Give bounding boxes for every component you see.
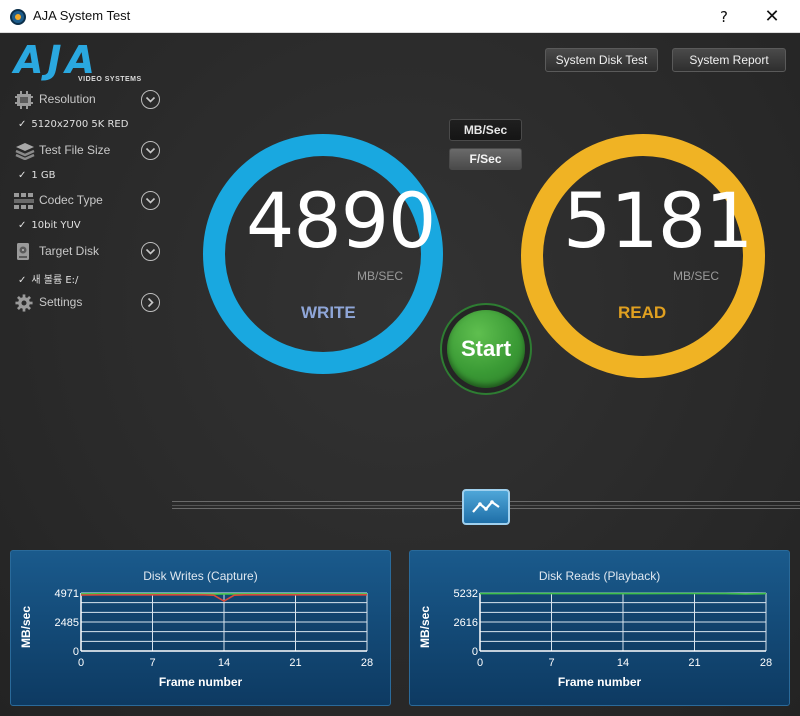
x-tick-label: 21 <box>289 657 301 669</box>
chevron-down-icon[interactable] <box>141 141 160 160</box>
chevron-down-icon[interactable] <box>141 90 160 109</box>
disk-icon <box>14 243 34 261</box>
y-tick-label: 4971 <box>55 588 79 600</box>
line-graph-icon <box>472 500 500 513</box>
x-tick-label: 28 <box>361 657 373 669</box>
divider-left <box>172 501 462 509</box>
sidebar-label-resolution: Resolution <box>39 92 96 106</box>
sidebar-item-settings[interactable]: Settings <box>14 293 162 315</box>
chevron-right-icon[interactable] <box>141 293 160 312</box>
codec-type-value: ✓ 10bit YUV <box>18 220 81 231</box>
resolution-icon <box>14 91 34 109</box>
read-speed-unit: MB/SEC <box>673 269 720 283</box>
x-tick-label: 14 <box>617 657 629 669</box>
title-bar: AJA System Test ? ✕ <box>0 0 800 33</box>
disk-writes-chart-panel: Disk Writes (Capture) MB/sec Frame numbe… <box>10 550 391 706</box>
sidebar-item-resolution[interactable]: Resolution <box>14 90 162 112</box>
y-tick-label: 2485 <box>55 617 79 629</box>
aja-logo: AJA VIDEO SYSTEMS <box>14 38 144 86</box>
x-tick-label: 0 <box>477 657 483 669</box>
x-tick-label: 21 <box>688 657 700 669</box>
x-tick-label: 0 <box>78 657 84 669</box>
sidebar-item-codec-type[interactable]: Codec Type <box>14 191 162 213</box>
graph-toggle-button[interactable] <box>462 489 510 525</box>
read-speed-value: 5181 <box>563 176 753 265</box>
test-file-size-value-text: 1 GB <box>31 170 56 181</box>
write-speed-value: 4890 <box>246 176 436 265</box>
y-tick-label: 5232 <box>454 588 478 600</box>
check-icon: ✓ <box>18 220 27 231</box>
start-button[interactable]: Start <box>447 310 525 388</box>
sidebar-label-settings: Settings <box>39 295 83 309</box>
help-button[interactable]: ? <box>712 6 736 28</box>
window-title: AJA System Test <box>33 8 131 23</box>
check-icon: ✓ <box>18 119 27 130</box>
sidebar-item-target-disk[interactable]: Target Disk <box>14 242 162 264</box>
codec-icon <box>14 192 34 210</box>
app-icon <box>10 9 26 25</box>
sidebar-label-codec-type: Codec Type <box>39 193 103 207</box>
target-disk-value-text: 새 볼륨 E:/ <box>31 275 79 286</box>
x-tick-label: 28 <box>760 657 772 669</box>
system-disk-test-button[interactable]: System Disk Test <box>545 48 658 72</box>
y-tick-label: 2616 <box>454 617 478 629</box>
sidebar-label-test-file-size: Test File Size <box>39 143 111 157</box>
x-tick-label: 7 <box>548 657 554 669</box>
app-area: AJA VIDEO SYSTEMS Resolution ✓ 5120x2700 … <box>0 34 800 716</box>
disk-writes-chart: 0248549710 7 14 21 28 <box>55 588 374 669</box>
chevron-down-icon[interactable] <box>141 191 160 210</box>
file-size-icon <box>14 142 35 161</box>
disk-reads-chart-panel: Disk Reads (Playback) MB/sec Frame numbe… <box>409 550 790 706</box>
system-report-button[interactable]: System Report <box>672 48 786 72</box>
target-disk-value: ✓ 새 볼륨 E:/ <box>18 271 78 286</box>
chevron-down-icon[interactable] <box>141 242 160 261</box>
disk-reads-chart: 0261652320 7 14 21 28 <box>454 588 773 669</box>
codec-type-value-text: 10bit YUV <box>31 220 81 231</box>
x-tick-label: 14 <box>218 657 230 669</box>
resolution-value-text: 5120x2700 5K RED <box>31 119 129 130</box>
write-label: WRITE <box>301 303 356 322</box>
resolution-value: ✓ 5120x2700 5K RED <box>18 119 128 130</box>
read-label: READ <box>618 303 667 322</box>
check-icon: ✓ <box>18 170 27 181</box>
logo-subtitle: VIDEO SYSTEMS <box>78 76 142 83</box>
unit-mb-sec-button[interactable]: MB/Sec <box>449 119 522 141</box>
write-speed-unit: MB/SEC <box>357 269 404 283</box>
sidebar-item-test-file-size[interactable]: Test File Size <box>14 141 162 163</box>
gear-icon <box>14 294 34 312</box>
test-file-size-value: ✓ 1 GB <box>18 170 56 181</box>
close-button[interactable]: ✕ <box>760 6 784 28</box>
x-tick-label: 7 <box>149 657 155 669</box>
unit-f-sec-button[interactable]: F/Sec <box>449 148 522 170</box>
check-icon: ✓ <box>18 275 27 286</box>
divider-right <box>510 501 800 509</box>
sidebar-label-target-disk: Target Disk <box>39 244 100 258</box>
